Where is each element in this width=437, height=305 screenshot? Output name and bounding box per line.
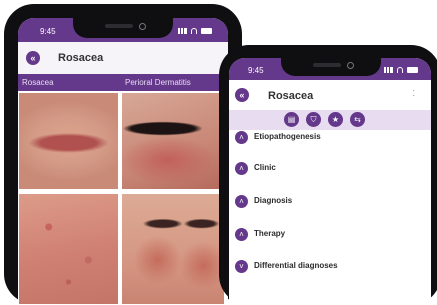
battery-icon <box>201 28 212 34</box>
bookmark-icon[interactable]: ⛉ <box>306 112 321 127</box>
signal-icon <box>178 28 187 34</box>
category-bar: Rosacea Perioral Dermatitis <box>18 74 228 91</box>
section-label: Diagnosis <box>254 196 293 205</box>
photo-skin-closeup[interactable] <box>19 194 118 304</box>
speaker <box>105 24 133 28</box>
right-phone-screen: 9:45 « Rosacea · · ▤ ⛉ ★ ⇆ ˄ Etiopathogen… <box>229 58 431 305</box>
status-icons <box>384 67 418 73</box>
page-title: Rosacea <box>58 52 104 64</box>
section-clinic[interactable]: ˄ Clinic <box>235 162 431 176</box>
signal-icon <box>384 67 393 73</box>
photo-eye-dermatitis[interactable] <box>122 93 224 189</box>
notch <box>281 58 381 76</box>
left-phone-screen: 9:45 « Rosacea Rosacea Perioral Dermatit… <box>18 18 228 304</box>
left-phone-frame: 9:45 « Rosacea Rosacea Perioral Dermatit… <box>4 4 242 304</box>
category-rosacea[interactable]: Rosacea <box>22 78 54 87</box>
wifi-icon <box>397 67 403 73</box>
more-icon[interactable]: · · <box>412 86 415 101</box>
status-time: 9:45 <box>248 66 264 75</box>
right-phone-frame: 9:45 « Rosacea · · ▤ ⛉ ★ ⇆ ˄ Etiopathogen… <box>219 45 437 305</box>
share-icon[interactable]: ⇆ <box>350 112 365 127</box>
camera <box>139 23 146 30</box>
chevron-up-icon: ˄ <box>235 131 248 144</box>
chevron-down-icon: ˅ <box>235 260 248 273</box>
status-icons <box>178 28 212 34</box>
back-button[interactable]: « <box>235 88 249 102</box>
section-label: Therapy <box>254 229 286 238</box>
chevron-up-icon: ˄ <box>235 162 248 175</box>
status-bar: 9:45 <box>229 58 431 80</box>
status-bar: 9:45 <box>18 18 228 42</box>
section-therapy[interactable]: ˄ Therapy <box>235 228 431 242</box>
app-bar: « Rosacea · · <box>229 80 431 110</box>
section-label: Clinic <box>254 163 276 172</box>
star-icon[interactable]: ★ <box>328 112 343 127</box>
app-bar: « Rosacea <box>18 42 228 75</box>
photo-lips[interactable] <box>19 93 118 189</box>
page-title: Rosacea <box>268 90 314 102</box>
battery-icon <box>407 67 418 73</box>
category-perioral-dermatitis[interactable]: Perioral Dermatitis <box>125 78 191 87</box>
chevron-up-icon: ˄ <box>235 228 248 241</box>
speaker <box>313 63 341 67</box>
status-time: 9:45 <box>40 27 56 36</box>
section-label: Differential diagnoses <box>254 261 338 270</box>
action-icon-row: ▤ ⛉ ★ ⇆ <box>229 110 431 130</box>
photo-face-dermatitis[interactable] <box>122 194 224 304</box>
camera <box>347 62 354 69</box>
notch <box>73 18 173 38</box>
section-diagnosis[interactable]: ˄ Diagnosis <box>235 195 431 209</box>
chevron-up-icon: ˄ <box>235 195 248 208</box>
section-etiopathogenesis[interactable]: ˄ Etiopathogenesis <box>235 131 431 145</box>
wifi-icon <box>191 28 197 34</box>
section-label: Etiopathogenesis <box>254 132 321 141</box>
layers-icon[interactable]: ▤ <box>284 112 299 127</box>
section-differential-diagnoses[interactable]: ˅ Differential diagnoses <box>235 260 431 274</box>
back-button[interactable]: « <box>26 51 40 65</box>
